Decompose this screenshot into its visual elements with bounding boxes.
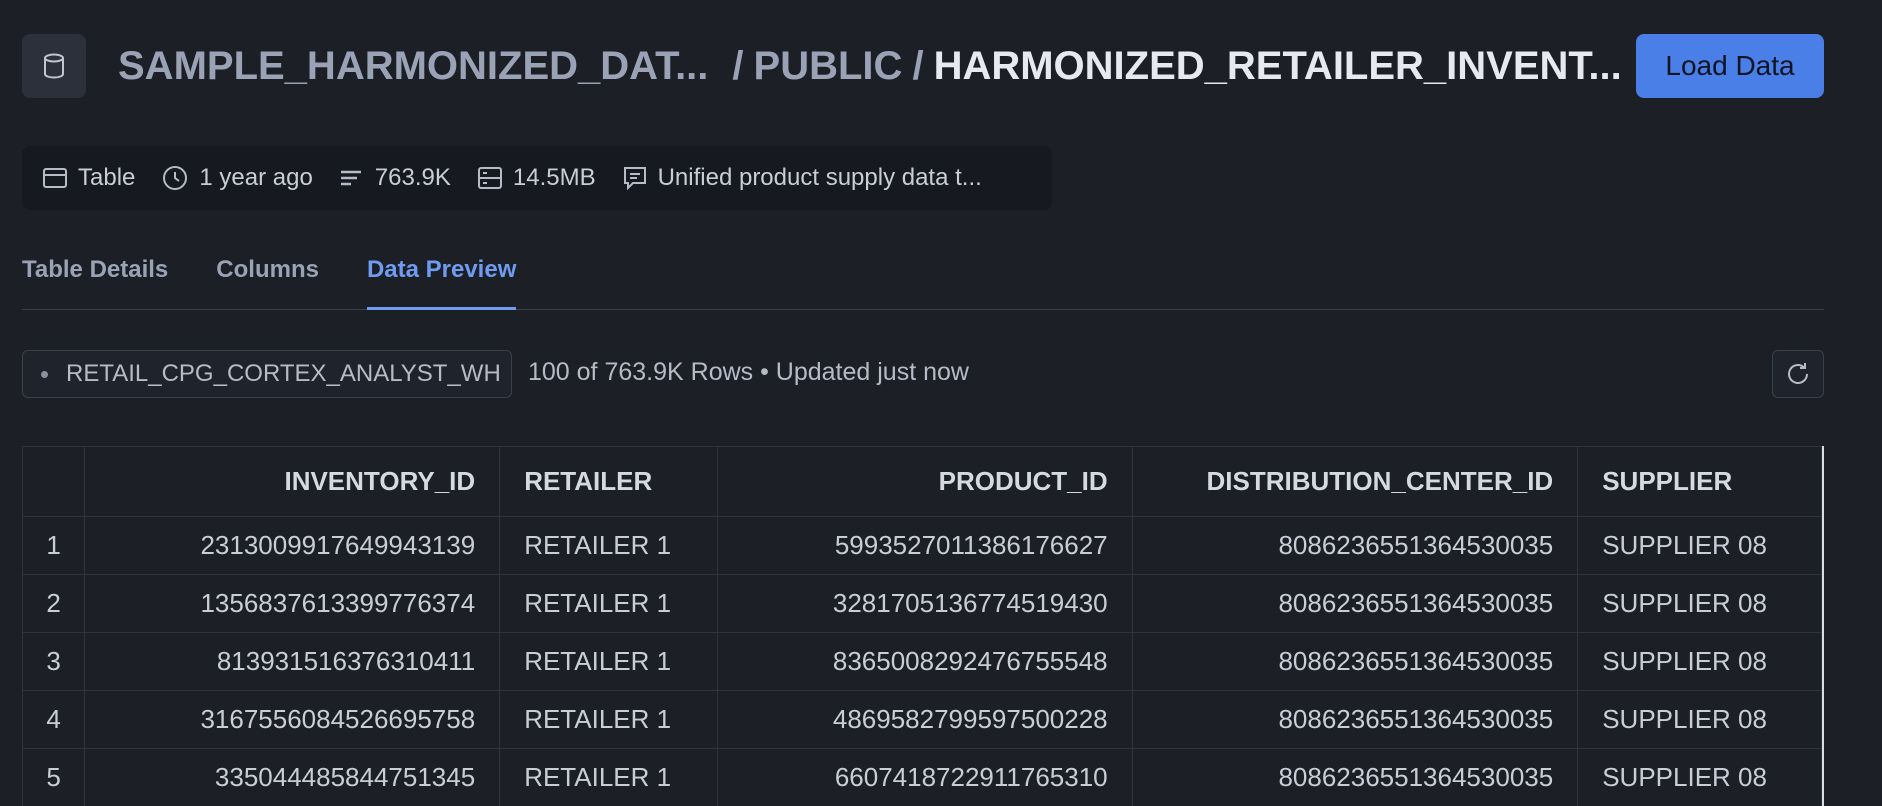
cell-inventory-id[interactable]: 335044485844751345: [84, 748, 501, 806]
meta-size-label: 14.5MB: [512, 164, 596, 191]
meta-size: 14.5MB: [477, 164, 596, 192]
cell-distribution-center-id[interactable]: 8086236551364530035: [1131, 632, 1579, 691]
table-metadata-bar: Table 1 year ago 763.9K 14.5MB Unified p…: [22, 146, 1052, 210]
cell-retailer[interactable]: RETAILER 1: [499, 632, 718, 691]
refresh-icon: [1788, 363, 1808, 384]
column-header-index: [22, 446, 86, 517]
cell-product-id[interactable]: 6607418722911765310: [716, 748, 1133, 806]
cell-supplier[interactable]: SUPPLIER 08: [1577, 632, 1822, 691]
cell-inventory-id[interactable]: 3167556084526695758: [84, 690, 501, 749]
row-index: 1: [22, 516, 86, 575]
breadcrumb-table: HARMONIZED_RETAILER_INVENT...: [933, 43, 1622, 88]
tab-bar: Table Details Columns Data Preview: [22, 252, 1824, 310]
tab-table-details[interactable]: Table Details: [22, 252, 168, 310]
cell-supplier[interactable]: SUPPLIER 08: [1577, 748, 1822, 806]
meta-row-count: 763.9K: [374, 164, 451, 191]
meta-type: Table: [42, 164, 135, 192]
cell-retailer[interactable]: RETAILER 1: [499, 690, 718, 749]
cell-distribution-center-id[interactable]: 8086236551364530035: [1131, 574, 1579, 633]
refresh-button[interactable]: [1772, 350, 1824, 398]
column-header-supplier[interactable]: SUPPLIER: [1577, 446, 1822, 517]
breadcrumb-schema[interactable]: PUBLIC: [754, 44, 903, 89]
rows-icon: [340, 170, 361, 186]
meta-comment[interactable]: Unified product supply data t...: [622, 164, 982, 192]
column-header-inventory-id[interactable]: INVENTORY_ID: [84, 446, 501, 517]
row-index: 4: [22, 690, 86, 749]
row-index: 3: [22, 632, 86, 691]
meta-rows: 763.9K: [339, 164, 451, 192]
load-data-button[interactable]: Load Data: [1636, 34, 1824, 98]
warehouse-selector[interactable]: RETAIL_CPG_CORTEX_ANALYST_WH: [22, 350, 512, 398]
meta-type-label: Table: [78, 164, 136, 191]
table-row: 1 2313009917649943139 RETAILER 1 5993527…: [22, 516, 1822, 575]
column-header-distribution-center-id[interactable]: DISTRIBUTION_CENTER_ID: [1131, 446, 1579, 517]
cell-retailer[interactable]: RETAILER 1: [499, 516, 718, 575]
cell-product-id[interactable]: 5993527011386176627: [716, 516, 1133, 575]
breadcrumb: SAMPLE_HARMONIZED_DAT... / PUBLIC / HARM…: [118, 38, 1622, 94]
breadcrumb-separator: /: [912, 43, 924, 88]
cell-distribution-center-id[interactable]: 8086236551364530035: [1131, 748, 1579, 806]
table-header-row: INVENTORY_ID RETAILER PRODUCT_ID DISTRIB…: [22, 446, 1822, 517]
cell-inventory-id[interactable]: 1356837613399776374: [84, 574, 501, 633]
cell-distribution-center-id[interactable]: 8086236551364530035: [1131, 516, 1579, 575]
cell-product-id[interactable]: 4869582799597500228: [716, 690, 1133, 749]
clock-icon: [163, 166, 188, 190]
breadcrumb-separator: /: [732, 43, 744, 88]
row-index: 5: [22, 748, 86, 806]
column-header-retailer[interactable]: RETAILER: [499, 446, 718, 517]
database-icon: [22, 34, 86, 98]
storage-icon: [477, 167, 502, 189]
comment-icon: [623, 167, 646, 191]
breadcrumb-database[interactable]: SAMPLE_HARMONIZED_DAT...: [118, 44, 708, 89]
data-preview-grid: INVENTORY_ID RETAILER PRODUCT_ID DISTRIB…: [22, 446, 1824, 806]
cell-supplier[interactable]: SUPPLIER 08: [1577, 574, 1822, 633]
cell-supplier[interactable]: SUPPLIER 08: [1577, 690, 1822, 749]
column-header-product-id[interactable]: PRODUCT_ID: [716, 446, 1133, 517]
meta-comment-label: Unified product supply data t...: [657, 164, 982, 191]
meta-updated: 1 year ago: [161, 164, 313, 192]
row-index: 2: [22, 574, 86, 633]
cell-retailer[interactable]: RETAILER 1: [499, 574, 718, 633]
cell-distribution-center-id[interactable]: 8086236551364530035: [1131, 690, 1579, 749]
table-row: 4 3167556084526695758 RETAILER 1 4869582…: [22, 690, 1822, 749]
cell-product-id[interactable]: 8365008292476755548: [716, 632, 1133, 691]
meta-updated-label: 1 year ago: [199, 164, 313, 191]
table-icon: [43, 168, 67, 188]
status-dot-icon: [41, 370, 48, 378]
cell-retailer[interactable]: RETAILER 1: [499, 748, 718, 806]
cell-supplier[interactable]: SUPPLIER 08: [1577, 516, 1822, 575]
rows-status: 100 of 763.9K Rows • Updated just now: [528, 358, 969, 386]
table-row: 2 1356837613399776374 RETAILER 1 3281705…: [22, 574, 1822, 633]
tab-data-preview[interactable]: Data Preview: [366, 252, 517, 310]
cell-product-id[interactable]: 3281705136774519430: [716, 574, 1133, 633]
cell-inventory-id[interactable]: 813931516376310411: [84, 632, 501, 691]
warehouse-name: RETAIL_CPG_CORTEX_ANALYST_WH: [66, 360, 501, 387]
tab-columns[interactable]: Columns: [216, 252, 319, 310]
cell-inventory-id[interactable]: 2313009917649943139: [84, 516, 501, 575]
table-row: 5 335044485844751345 RETAILER 1 66074187…: [22, 748, 1822, 806]
table-row: 3 813931516376310411 RETAILER 1 83650082…: [22, 632, 1822, 691]
data-table: INVENTORY_ID RETAILER PRODUCT_ID DISTRIB…: [22, 446, 1822, 806]
